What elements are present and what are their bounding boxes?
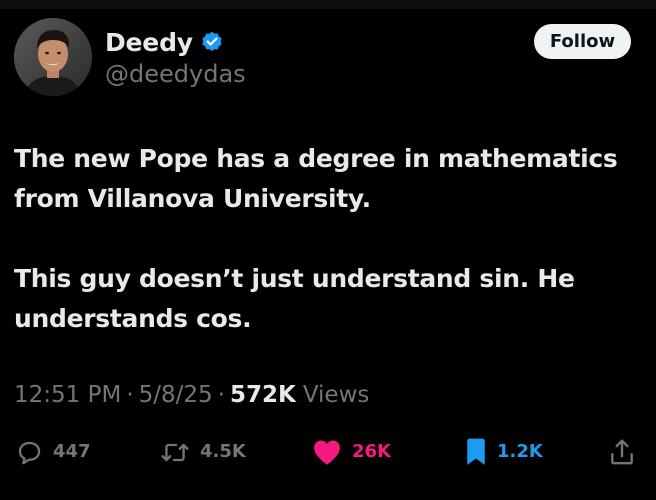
verified-badge-icon xyxy=(202,31,222,51)
avatar-image xyxy=(14,18,92,96)
tweet-paragraph: The new Pope has a degree in mathematics… xyxy=(14,144,618,213)
bookmark-button[interactable]: 1.2K xyxy=(465,432,543,472)
reply-count: 447 xyxy=(53,441,91,462)
tweet-time[interactable]: 12:51 PM xyxy=(14,382,121,408)
like-button[interactable]: 26K xyxy=(312,432,391,472)
views-label: Views xyxy=(302,382,370,408)
meta-separator: · xyxy=(217,382,225,408)
bookmark-icon xyxy=(467,438,485,465)
tweet-paragraph: This guy doesn’t just understand sin. He… xyxy=(14,264,575,333)
repost-button[interactable]: 4.5K xyxy=(160,432,246,472)
heart-icon xyxy=(314,439,340,465)
speech-bubble-icon xyxy=(18,441,41,464)
author-name-row: Deedy xyxy=(105,25,223,59)
avatar[interactable] xyxy=(14,18,92,96)
share-button[interactable] xyxy=(609,432,635,472)
meta-separator: · xyxy=(126,382,134,408)
tweet-metadata: 12:51 PM · 5/8/25 · 572K Views xyxy=(14,378,369,412)
share-icon xyxy=(611,439,633,465)
author-handle[interactable]: @deedydas xyxy=(105,60,246,88)
repost-count: 4.5K xyxy=(200,441,246,462)
reply-button[interactable]: 447 xyxy=(16,432,91,472)
author-display-name[interactable]: Deedy xyxy=(105,28,193,57)
bookmark-count: 1.2K xyxy=(497,441,543,462)
tweet-text: The new Pope has a degree in mathematics… xyxy=(14,139,644,339)
views-count: 572K xyxy=(229,382,296,408)
top-strip xyxy=(0,0,656,9)
like-count: 26K xyxy=(352,441,391,462)
repost-arrows-icon xyxy=(161,443,189,461)
tweet-date[interactable]: 5/8/25 xyxy=(139,382,213,408)
follow-button[interactable]: Follow xyxy=(534,24,631,59)
action-bar: 447 4.5K 26K 1.2K xyxy=(0,432,656,472)
